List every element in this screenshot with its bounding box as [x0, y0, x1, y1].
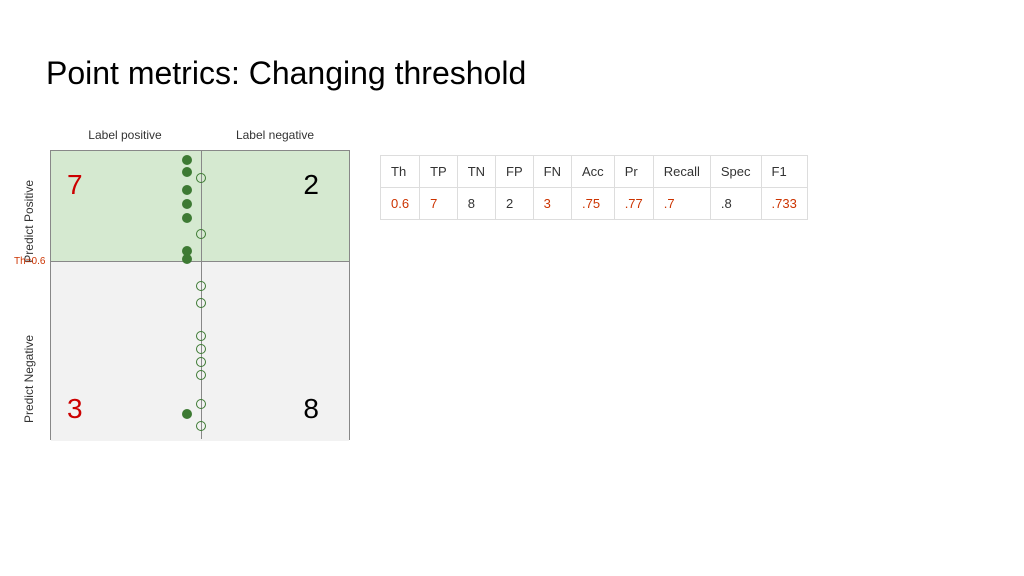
tn-dot-icon: [196, 399, 206, 409]
table-header-cell: Spec: [710, 156, 761, 188]
tn-dot-icon: [196, 281, 206, 291]
label-positive-header: Label positive: [50, 128, 200, 142]
table-cell: .77: [614, 188, 653, 220]
tp-dot-icon: [182, 254, 192, 264]
fn-count: 3: [67, 393, 83, 425]
table-header-cell: FP: [496, 156, 534, 188]
table-header-cell: F1: [761, 156, 807, 188]
table-cell: 3: [533, 188, 571, 220]
table-cell: 8: [457, 188, 495, 220]
table-header-cell: Recall: [653, 156, 710, 188]
fp-count: 2: [303, 169, 319, 201]
table-cell: .7: [653, 188, 710, 220]
metrics-table: ThTPTNFPFNAccPrRecallSpecF1 0.67823.75.7…: [380, 155, 808, 220]
tn-dot-icon: [196, 357, 206, 367]
tn-dot-icon: [196, 421, 206, 431]
fn-dot-icon: [182, 409, 192, 419]
fp-dot-icon: [196, 173, 206, 183]
table-cell: .8: [710, 188, 761, 220]
tp-dot-icon: [182, 213, 192, 223]
tn-dot-icon: [196, 331, 206, 341]
table-header-cell: Th: [381, 156, 420, 188]
tn-dot-icon: [196, 344, 206, 354]
label-negative-header: Label negative: [200, 128, 350, 142]
threshold-label: Th=0.6: [14, 256, 45, 267]
tp-count: 7: [67, 169, 83, 201]
table-header-cell: TP: [420, 156, 458, 188]
table-cell: .733: [761, 188, 807, 220]
table-cell: 7: [420, 188, 458, 220]
table-header-row: ThTPTNFPFNAccPrRecallSpecF1: [381, 156, 808, 188]
tp-dot-icon: [182, 167, 192, 177]
table-header-cell: FN: [533, 156, 571, 188]
tp-dot-icon: [182, 155, 192, 165]
tn-dot-icon: [196, 370, 206, 380]
matrix-grid: 7 2 3 8: [50, 150, 350, 440]
tn-dot-icon: [196, 298, 206, 308]
tn-count: 8: [303, 393, 319, 425]
confusion-matrix-chart: Label positive Label negative Predict Po…: [50, 150, 350, 440]
table-cell: 0.6: [381, 188, 420, 220]
table-row: 0.67823.75.77.7.8.733: [381, 188, 808, 220]
tp-dot-icon: [182, 185, 192, 195]
table-header-cell: Acc: [572, 156, 615, 188]
tp-dot-icon: [182, 199, 192, 209]
table-cell: .75: [572, 188, 615, 220]
table-cell: 2: [496, 188, 534, 220]
predict-negative-label: Predict Negative: [22, 335, 36, 423]
table-header-cell: Pr: [614, 156, 653, 188]
predict-positive-label: Predict Positive: [22, 180, 36, 263]
dot-column: [194, 151, 206, 439]
page-title: Point metrics: Changing threshold: [46, 55, 526, 92]
fp-dot-icon: [196, 229, 206, 239]
table-header-cell: TN: [457, 156, 495, 188]
